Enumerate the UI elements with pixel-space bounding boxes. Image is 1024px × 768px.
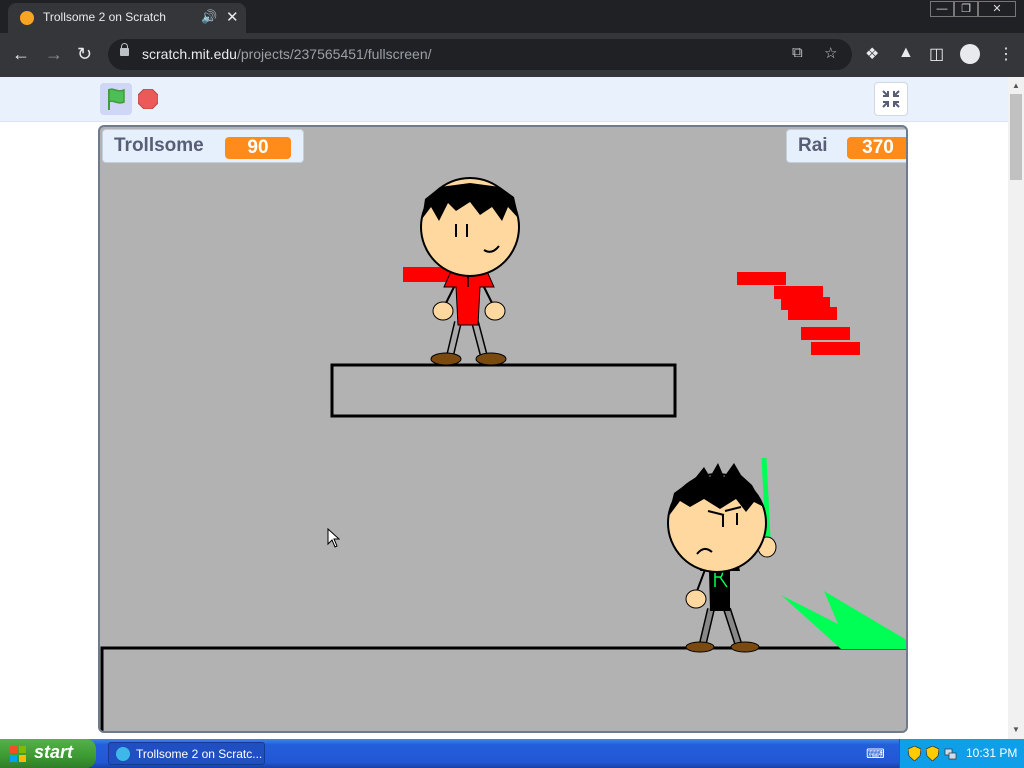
start-button[interactable]: start [0, 739, 96, 768]
address-bar[interactable]: scratch.mit.edu/projects/237565451/fulls… [108, 39, 852, 70]
rai-sprite [667, 457, 777, 653]
clock[interactable]: 10:31 PM [966, 746, 1017, 760]
mouse-cursor-icon [327, 528, 340, 548]
browser-icon [116, 747, 130, 761]
monitor-value: 370 [847, 137, 906, 159]
browser-toolbar: ← → ↻ scratch.mit.edu/projects/237565451… [0, 33, 1024, 77]
security-shield-icon[interactable] [908, 746, 921, 761]
green-flag-icon[interactable] [100, 83, 132, 115]
close-window-icon[interactable]: ✕ [978, 1, 1016, 17]
rai-score-monitor[interactable]: Rai 370 [786, 129, 906, 163]
system-tray: 10:31 PM [899, 739, 1024, 768]
speaker-icon[interactable]: 🔊 [201, 9, 217, 25]
url-text[interactable]: scratch.mit.edu/projects/237565451/fulls… [142, 46, 432, 62]
back-arrow-icon[interactable]: ← [12, 45, 30, 63]
restore-window-icon[interactable]: ❐ [954, 1, 978, 17]
lock-icon[interactable] [120, 43, 129, 56]
reload-icon[interactable]: ↻ [77, 45, 92, 63]
forward-arrow-icon[interactable]: → [45, 45, 63, 63]
red-blocks [737, 272, 860, 355]
minimize-window-icon[interactable]: — [930, 1, 954, 17]
trollsome-sprite [403, 177, 520, 366]
security-shield-icon[interactable] [926, 746, 939, 761]
tab-title: Trollsome 2 on Scratch [43, 10, 166, 24]
taskbar-item-chrome[interactable]: Trollsome 2 on Scratc... [108, 742, 265, 765]
scratch-favicon-icon [20, 11, 34, 25]
side-panel-icon[interactable]: ◫ [929, 44, 944, 64]
network-icon[interactable] [944, 746, 957, 761]
monitor-label: Trollsome [114, 135, 204, 156]
stop-icon[interactable] [137, 88, 159, 110]
monitor-value: 90 [225, 137, 291, 159]
scroll-up-icon[interactable]: ▲ [1012, 81, 1020, 90]
floating-platform [330, 363, 677, 418]
page-scrollbar[interactable]: ▲ ▼ [1008, 77, 1024, 739]
windows-logo-icon [10, 746, 26, 762]
tab-strip: Trollsome 2 on Scratch 🔊 ✕ — ❐ ✕ [0, 0, 1024, 33]
keyboard-icon[interactable]: ⌨ [866, 746, 885, 762]
profile-icon[interactable] [960, 44, 980, 64]
star-icon[interactable]: ☆ [824, 44, 837, 62]
game-scene [100, 177, 906, 731]
taskbar-item-label: Trollsome 2 on Scratc... [136, 747, 263, 761]
close-icon[interactable]: ✕ [226, 8, 239, 26]
share-icon[interactable]: ⧉ [792, 44, 803, 61]
scroll-thumb[interactable] [1010, 94, 1022, 180]
menu-dots-icon[interactable]: ⋮ [998, 44, 1014, 64]
page-content: Trollsome 90 Rai 370 [0, 77, 1008, 739]
game-stage[interactable]: Trollsome 90 Rai 370 [98, 125, 908, 733]
start-label: start [34, 742, 74, 762]
green-spike [781, 591, 906, 649]
stage-header [0, 77, 1008, 122]
monitor-label: Rai [798, 135, 828, 156]
ground-platform [100, 646, 906, 731]
extensions-icon[interactable]: ❖ [865, 44, 879, 64]
unfullscreen-icon[interactable] [874, 82, 908, 116]
taskbar: start Trollsome 2 on Scratc... ⌨ 10:31 P… [0, 739, 1024, 768]
scroll-down-icon[interactable]: ▼ [1012, 725, 1020, 734]
browser-tab[interactable]: Trollsome 2 on Scratch 🔊 ✕ [8, 3, 246, 33]
lab-flask-icon[interactable]: ▲ [898, 44, 914, 62]
trollsome-score-monitor[interactable]: Trollsome 90 [102, 129, 304, 163]
